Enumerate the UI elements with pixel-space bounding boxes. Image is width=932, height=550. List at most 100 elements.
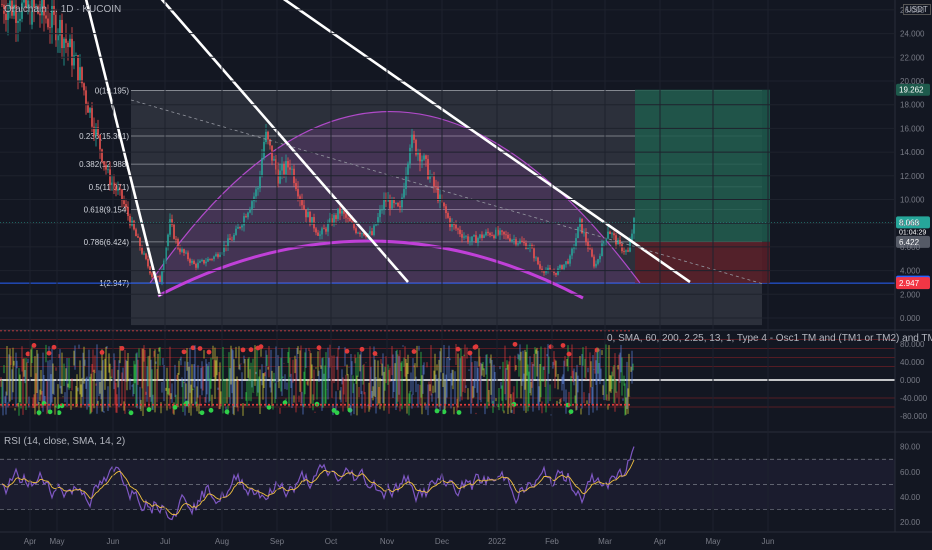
candle-body <box>185 252 187 254</box>
signal-dot <box>36 410 42 416</box>
candle-body <box>161 271 163 282</box>
candle-body <box>633 218 635 234</box>
candle-body <box>49 27 51 29</box>
candle-body <box>267 131 269 140</box>
indicator-legend[interactable]: 0, SMA, 60, 200, 2.25, 13, 1, Type 4 - O… <box>607 333 932 344</box>
candle-body <box>157 276 159 277</box>
candle-body <box>195 264 197 268</box>
candle-body <box>123 200 125 205</box>
candle-body <box>141 247 143 254</box>
candle-body <box>287 161 289 168</box>
price-pane[interactable]: 0(19.195)0.236(15.361)0.382(12.988)0.5(1… <box>0 0 930 326</box>
candle-body <box>245 216 247 218</box>
rsi-pane[interactable] <box>0 446 895 521</box>
candle-body <box>403 189 405 198</box>
candle-body <box>481 234 483 238</box>
signal-dot <box>197 346 203 351</box>
candle-body <box>85 90 87 104</box>
candle-body <box>409 147 411 164</box>
candle-body <box>609 231 611 235</box>
signal-dot <box>206 349 212 355</box>
signal-dot <box>316 345 322 351</box>
signal-dot <box>456 410 462 415</box>
candle-body <box>391 198 393 209</box>
candle-body <box>591 249 593 257</box>
candle-body <box>67 42 69 48</box>
candle-body <box>527 247 529 249</box>
candle-body <box>503 231 505 235</box>
candle-body <box>197 262 199 268</box>
candle-body <box>501 230 503 232</box>
candle-body <box>523 241 525 243</box>
candle-body <box>299 196 301 200</box>
candle-body <box>507 234 509 239</box>
candle-body <box>447 213 449 218</box>
candle-body <box>127 207 129 216</box>
candle-body <box>167 234 169 248</box>
signal-dot <box>372 351 378 356</box>
signal-dot <box>258 344 264 350</box>
candle-body <box>139 237 141 248</box>
candle-body <box>159 276 161 282</box>
candle-body <box>179 248 181 252</box>
y-tick-label: 0.000 <box>900 314 921 323</box>
candle-body <box>509 238 511 242</box>
signal-dot <box>344 348 350 354</box>
candle-body <box>399 206 401 208</box>
candle-body <box>505 234 507 236</box>
candle-body <box>519 240 521 244</box>
candle-body <box>237 227 239 229</box>
signal-dot <box>560 343 566 348</box>
candle-body <box>469 241 471 243</box>
candle-body <box>89 108 91 113</box>
candle-body <box>423 155 425 160</box>
candle-body <box>401 197 403 208</box>
candle-body <box>493 235 495 239</box>
candle-body <box>231 239 233 241</box>
candle-body <box>515 239 517 245</box>
candle-body <box>251 201 253 210</box>
signal-dot <box>128 410 134 416</box>
signal-dot <box>46 350 52 356</box>
symbol-title[interactable]: Oraichain ... 1D · KUCOIN <box>4 4 121 15</box>
candle-body <box>395 203 397 204</box>
candle-body <box>375 224 377 226</box>
y-tick-label: 6.000 <box>900 243 921 252</box>
candle-body <box>173 224 175 239</box>
candle-body <box>191 260 193 263</box>
y-tick-label: 2.000 <box>900 290 921 299</box>
candle-body <box>323 228 325 230</box>
fib-level-label: 0.618(9.154) <box>84 206 130 215</box>
currency-label[interactable]: USDT <box>903 4 931 15</box>
x-tick-label: Jul <box>160 537 170 546</box>
candle-body <box>281 164 283 171</box>
x-tick-label: Feb <box>545 537 559 546</box>
candle-body <box>463 236 465 238</box>
x-tick-label: Sep <box>270 537 285 546</box>
candle-body <box>405 174 407 190</box>
candle-body <box>413 134 415 140</box>
candle-body <box>487 231 489 234</box>
signal-dot <box>566 351 572 357</box>
candle-body <box>285 161 287 175</box>
candle-body <box>383 198 385 210</box>
candle-body <box>631 233 633 241</box>
candle-body <box>129 215 131 226</box>
rsi-legend[interactable]: RSI (14, close, SMA, 14, 2) <box>4 436 125 447</box>
x-tick-label: Nov <box>380 537 394 546</box>
candle-body <box>563 264 565 270</box>
candle-body <box>547 267 549 271</box>
stop-zone <box>635 241 770 284</box>
trading-chart[interactable]: 0(19.195)0.236(15.361)0.382(12.988)0.5(1… <box>0 0 932 550</box>
candle-body <box>317 232 319 236</box>
candle-body <box>577 226 579 239</box>
candle-body <box>175 238 177 240</box>
y-tick-label: 40.00 <box>900 493 921 502</box>
candle-body <box>107 169 109 171</box>
candle-body <box>211 258 213 260</box>
candle-body <box>135 229 137 237</box>
signal-dot <box>199 410 205 416</box>
candle-body <box>19 18 21 21</box>
candle-body <box>215 254 217 257</box>
candle-body <box>341 210 343 214</box>
